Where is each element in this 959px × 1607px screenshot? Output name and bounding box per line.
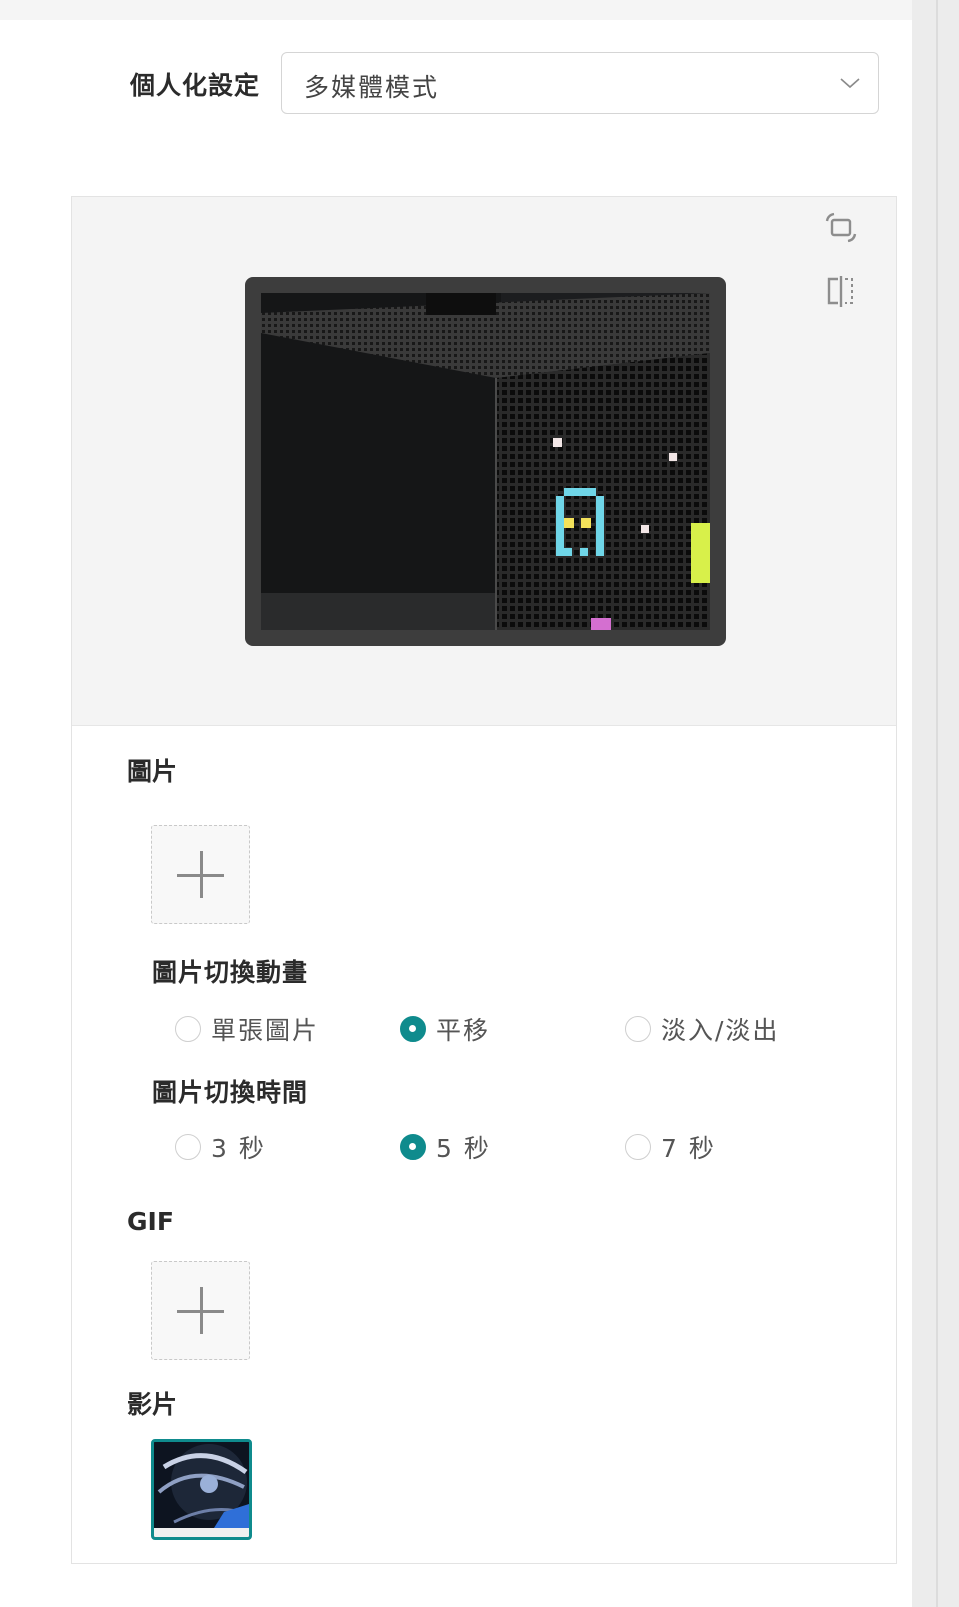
preview-area: [72, 197, 896, 726]
device-preview-screen: [245, 277, 726, 646]
radio-circle: [400, 1016, 426, 1042]
radio-circle: [400, 1134, 426, 1160]
radio-circle: [625, 1016, 651, 1042]
plus-icon-vertical: [200, 851, 203, 898]
scrollbar-track[interactable]: [912, 0, 959, 1607]
radio-5s[interactable]: 5 秒: [400, 1129, 491, 1165]
mirror-icon[interactable]: [822, 273, 860, 311]
chevron-down-icon: [840, 78, 860, 89]
top-band: [0, 0, 912, 20]
radio-fade[interactable]: 淡入/淡出: [625, 1011, 779, 1047]
plus-icon-vertical: [200, 1287, 203, 1334]
preview-image: [261, 293, 710, 630]
radio-label: 淡入/淡出: [661, 1016, 780, 1045]
image-section-title: 圖片: [127, 757, 178, 786]
radio-circle: [175, 1016, 201, 1042]
mode-select[interactable]: 多媒體模式: [281, 52, 879, 114]
mode-select-value: 多媒體模式: [304, 73, 440, 102]
image-upload-button[interactable]: [151, 825, 250, 924]
gif-upload-button[interactable]: [151, 1261, 250, 1360]
radio-pan[interactable]: 平移: [400, 1011, 490, 1047]
video-thumbnail[interactable]: [151, 1439, 252, 1540]
radio-label: 3 秒: [211, 1134, 266, 1163]
radio-label: 單張圖片: [211, 1016, 320, 1045]
animation-title: 圖片切換動畫: [152, 958, 309, 987]
scrollbar-edge: [936, 0, 938, 1607]
radio-circle: [625, 1134, 651, 1160]
time-title: 圖片切換時間: [152, 1078, 309, 1107]
radio-label: 平移: [436, 1016, 491, 1045]
rotate-icon[interactable]: [822, 209, 860, 247]
radio-single-image[interactable]: 單張圖片: [175, 1011, 319, 1047]
radio-7s[interactable]: 7 秒: [625, 1129, 716, 1165]
gif-section-title: GIF: [127, 1207, 174, 1236]
radio-3s[interactable]: 3 秒: [175, 1129, 266, 1165]
radio-label: 7 秒: [661, 1134, 716, 1163]
radio-label: 5 秒: [436, 1134, 491, 1163]
personalization-label: 個人化設定: [130, 71, 261, 100]
video-section-title: 影片: [127, 1390, 178, 1419]
radio-circle: [175, 1134, 201, 1160]
